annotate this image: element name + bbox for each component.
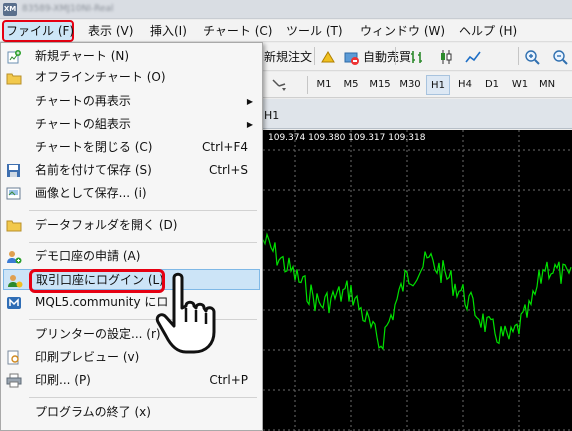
toolbar-separator	[518, 47, 519, 65]
new-order-button[interactable]: 新規注文	[264, 47, 312, 67]
shortcut-label: Ctrl+S	[208, 163, 248, 177]
login-highlight-box	[29, 269, 165, 293]
folder-icon	[5, 217, 22, 234]
line-chart-icon[interactable]	[464, 48, 482, 66]
menu-insert[interactable]: 挿入(I)	[150, 20, 187, 42]
timeframe-d1[interactable]: D1	[480, 75, 504, 95]
menu-separator	[29, 397, 257, 398]
timeframe-h4[interactable]: H4	[453, 75, 477, 95]
candlestick-icon[interactable]	[437, 48, 455, 66]
submenu-arrow-icon: ▶	[246, 97, 253, 106]
menu-item-label: MQL5.community にロ	[35, 295, 169, 309]
menu-item-label: チャートの再表示	[35, 94, 131, 108]
menu-chart[interactable]: チャート (C)	[203, 20, 272, 42]
menu-help[interactable]: ヘルプ (H)	[459, 20, 517, 42]
menu-item-label: チャートの組表示	[35, 117, 131, 131]
new-chart-icon	[5, 48, 22, 65]
new-order-label: 新規注文	[264, 50, 313, 64]
timeframe-h1[interactable]: H1	[426, 75, 450, 95]
menu-tools[interactable]: ツール (T)	[286, 20, 343, 42]
auto-trading-icon	[344, 52, 359, 65]
ohlc-readout: 109.374 109.380 109.317 109.318	[268, 133, 426, 143]
chart-timeframe-label: H1	[264, 109, 280, 122]
file-menu-item-exit[interactable]: プログラムの終了 (x)	[3, 402, 260, 423]
menu-item-label: 印刷... (P)	[35, 373, 91, 387]
zoom-in-icon[interactable]	[523, 48, 541, 66]
pointing-hand-icon	[155, 272, 216, 354]
menu-item-label: データフォルダを開く (D)	[35, 218, 178, 232]
window-title: 83589-XMJ10NI-Real	[22, 4, 114, 14]
toolbar-separator	[307, 76, 308, 94]
demo-account-icon	[5, 248, 22, 265]
file-menu-dropdown: 新規チャート (N) オフラインチャート (O) チャートの再表示 ▶ チャート…	[0, 42, 263, 431]
file-menu-item-open-data-folder[interactable]: データフォルダを開く (D)	[3, 215, 260, 236]
auto-trading-label: 自動売買	[363, 50, 412, 64]
shortcut-label: Ctrl+F4	[202, 140, 248, 154]
timeframe-w1[interactable]: W1	[508, 75, 532, 95]
print-preview-icon	[5, 349, 22, 366]
save-image-icon	[5, 185, 22, 202]
price-line	[262, 232, 572, 351]
timeframe-m15[interactable]: M15	[366, 75, 394, 95]
mql5-icon	[5, 294, 22, 311]
menu-file[interactable]: ファイル (F)	[2, 20, 74, 42]
file-menu-item-save-image[interactable]: 画像として保存... (i)	[3, 183, 260, 204]
timeframe-m5[interactable]: M5	[339, 75, 363, 95]
timeframe-m30[interactable]: M30	[396, 75, 424, 95]
menu-window[interactable]: ウィンドウ (W)	[360, 20, 445, 42]
draw-tools-icon[interactable]	[270, 76, 288, 94]
chart-grid	[263, 130, 572, 431]
file-menu-item-save-as[interactable]: 名前を付けて保存 (S) Ctrl+S	[3, 160, 260, 181]
menu-item-label: プリンターの設定... (r)	[35, 327, 161, 341]
menu-separator	[29, 210, 257, 211]
menu-separator	[29, 242, 257, 243]
file-menu-item-profiles[interactable]: チャートの組表示 ▶	[3, 114, 260, 135]
menu-item-label: 新規チャート (N)	[35, 49, 130, 63]
menu-item-label: プログラムの終了 (x)	[35, 405, 151, 419]
menu-bar: ファイル (F) 表示 (V) 挿入(I) チャート (C) ツール (T) ウ…	[0, 20, 572, 42]
auto-trading-button[interactable]: 自動売買	[342, 47, 411, 67]
file-menu-item-close-chart[interactable]: チャートを閉じる (C) Ctrl+F4	[3, 137, 260, 158]
submenu-arrow-icon: ▶	[246, 120, 253, 129]
app-logo: XM	[3, 2, 17, 16]
timeframe-mn[interactable]: MN	[535, 75, 559, 95]
print-icon	[5, 372, 22, 389]
login-icon	[6, 272, 23, 289]
menu-item-label: 印刷プレビュー (v)	[35, 350, 140, 364]
bar-chart-icon[interactable]	[408, 48, 426, 66]
menu-item-label: チャートを閉じる (C)	[35, 140, 153, 154]
menu-item-label: デモ口座の申請 (A)	[35, 249, 141, 263]
title-bar: XM 83589-XMJ10NI-Real	[0, 0, 572, 19]
file-menu-item-offline-chart[interactable]: オフラインチャート (O)	[3, 67, 260, 88]
menu-item-label: 画像として保存... (i)	[35, 186, 147, 200]
offline-chart-icon	[5, 69, 22, 86]
toolbar-separator	[395, 47, 396, 65]
toolbar-separator	[314, 47, 315, 65]
zoom-out-icon[interactable]	[551, 48, 569, 66]
file-menu-item-new-chart[interactable]: 新規チャート (N)	[3, 46, 260, 67]
timeframe-m1[interactable]: M1	[312, 75, 336, 95]
file-menu-item-print[interactable]: 印刷... (P) Ctrl+P	[3, 370, 260, 391]
expert-icon[interactable]	[319, 48, 337, 66]
menu-item-label: オフラインチャート (O)	[35, 70, 166, 84]
menu-view[interactable]: 表示 (V)	[88, 20, 133, 42]
file-menu-item-demo-account[interactable]: デモ口座の申請 (A)	[3, 246, 260, 267]
save-icon	[5, 162, 22, 179]
shortcut-label: Ctrl+P	[209, 373, 248, 387]
file-menu-item-reopen-chart[interactable]: チャートの再表示 ▶	[3, 91, 260, 112]
menu-item-label: 名前を付けて保存 (S)	[35, 163, 152, 177]
